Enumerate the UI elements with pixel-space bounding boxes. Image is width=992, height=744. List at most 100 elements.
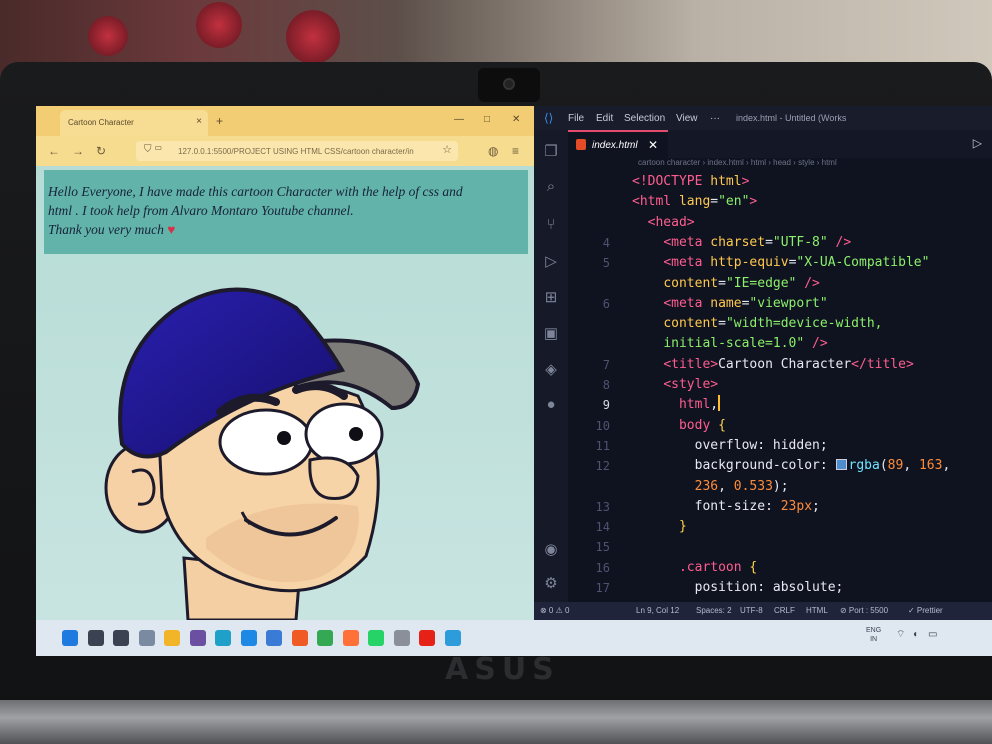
code-line[interactable]: 6 <meta name="viewport" (568, 294, 992, 314)
notepad-icon[interactable] (138, 630, 155, 646)
line-number: 6 (602, 296, 610, 311)
code-text: <meta name="viewport" (663, 295, 828, 311)
file-explorer-icon[interactable] (164, 630, 180, 646)
youtube-icon[interactable] (419, 630, 435, 646)
code-line[interactable]: 5 <meta http-equiv="X-UA-Compatible" (568, 253, 992, 273)
github-icon[interactable]: ● (542, 396, 560, 413)
status-problems[interactable]: ⊗ 0 ⚠ 0 (540, 606, 569, 615)
tray-language-top: ENG (866, 627, 882, 634)
url-text: 127.0.0.1:5500/PROJECT USING HTML CSS/ca… (178, 147, 414, 156)
tab-label: index.html (592, 140, 638, 151)
search-icon[interactable]: ⌕ (542, 178, 560, 195)
code-line[interactable]: 14 } (568, 517, 992, 537)
new-tab-button[interactable]: + (216, 114, 223, 128)
status-eol[interactable]: CRLF (774, 606, 795, 615)
code-line[interactable]: 16 .cartoon { (568, 558, 992, 578)
brave-icon[interactable] (291, 630, 308, 646)
windows-taskbar: ENG IN ⌔ ◖ ▭ (36, 620, 992, 656)
code-line[interactable]: 17 position: absolute; (568, 578, 992, 598)
code-line[interactable]: 236, 0.533); (568, 477, 992, 497)
url-bar[interactable]: ⛉ ▭ 127.0.0.1:5500/PROJECT USING HTML CS… (136, 141, 458, 161)
code-line[interactable]: content="width=device-width, (568, 314, 992, 334)
code-line[interactable]: <head> (568, 213, 992, 233)
vscode-window-title: index.html - Untitled (Works (736, 113, 847, 123)
maximize-button[interactable]: □ (484, 114, 490, 125)
vscode-window: ⟨⟩ File Edit Selection View ··· index.ht… (534, 106, 992, 620)
code-line[interactable]: 12 background-color: rgba(89, 163, (568, 456, 992, 476)
status-encoding[interactable]: UTF-8 (740, 606, 763, 615)
arrow-left-icon[interactable]: ← (48, 144, 60, 158)
whatsapp-icon[interactable] (368, 630, 384, 646)
code-line[interactable]: initial-scale=1.0" /> (568, 334, 992, 354)
remote-explorer-icon[interactable]: ▣ (542, 324, 560, 342)
code-line[interactable]: 7 <title>Cartoon Character</title> (568, 355, 992, 375)
line-number: 5 (602, 256, 610, 271)
source-control-icon[interactable]: ⑂ (542, 216, 560, 233)
line-number: 14 (595, 520, 610, 535)
code-line[interactable]: 15 (568, 537, 992, 557)
reload-icon[interactable]: ↻ (96, 144, 106, 158)
tab-index-html[interactable]: index.html ✕ (568, 130, 668, 158)
task-view-icon[interactable] (113, 630, 129, 646)
code-line[interactable]: 9 html, (568, 395, 992, 415)
run-debug-icon[interactable]: ▷ (542, 252, 560, 270)
tray-language[interactable]: ENG IN (866, 626, 881, 644)
code-text: <style> (663, 377, 719, 392)
code-line[interactable]: 13 font-size: 23px; (568, 497, 992, 517)
line-number: 15 (595, 540, 610, 555)
minimize-button[interactable]: — (454, 114, 464, 125)
extensions-icon[interactable]: ⊞ (542, 288, 560, 306)
mail-icon[interactable] (393, 630, 410, 646)
menu-view[interactable]: View (676, 113, 698, 124)
app-icon[interactable] (444, 630, 461, 646)
shield-icon[interactable]: ⛉ ▭ (144, 144, 162, 155)
code-line[interactable]: 11 overflow: hidden; (568, 436, 992, 456)
status-language[interactable]: HTML (806, 606, 828, 615)
code-line[interactable]: 4 <meta charset="UTF-8" /> (568, 233, 992, 253)
code-line[interactable]: 8 <style> (568, 375, 992, 395)
menu-selection[interactable]: Selection (624, 113, 665, 124)
explorer-icon[interactable]: ❐ (542, 142, 560, 160)
tab-close-icon[interactable]: × (196, 116, 202, 127)
status-indentation[interactable]: Spaces: 2 (696, 606, 732, 615)
close-icon[interactable]: ✕ (648, 138, 658, 152)
code-line[interactable]: 10 body { (568, 416, 992, 436)
breadcrumb[interactable]: cartoon character › index.html › html › … (568, 158, 992, 172)
browser-tab[interactable]: Cartoon Character × (60, 110, 208, 136)
status-prettier[interactable]: ✓ Prettier (908, 606, 943, 615)
firefox-icon[interactable] (342, 630, 359, 646)
windows-start-icon[interactable] (62, 630, 78, 646)
line-number: 17 (595, 581, 610, 595)
line-number: 10 (595, 418, 610, 433)
arrow-right-icon[interactable]: → (72, 144, 84, 158)
browser-window: Cartoon Character × + — □ ✕ ← → ↻ ⛉ ▭ 12… (36, 106, 534, 620)
code-text: content="width=device-width, (663, 316, 883, 332)
gear-icon[interactable]: ⚙ (542, 574, 560, 592)
edge-icon[interactable] (215, 630, 231, 646)
code-text: overflow: hidden; (694, 437, 828, 453)
bookmark-star-icon[interactable]: ☆ (442, 143, 452, 156)
search-icon[interactable] (87, 630, 104, 646)
code-line[interactable]: <!DOCTYPE html> (568, 172, 992, 192)
menu-more[interactable]: ··· (710, 113, 720, 124)
chrome-icon[interactable] (317, 630, 333, 646)
menu-file[interactable]: File (568, 113, 584, 124)
status-cursor-position[interactable]: Ln 9, Col 12 (636, 606, 679, 615)
code-line[interactable]: <html lang="en"> (568, 192, 992, 212)
account-icon[interactable]: ◉ (542, 540, 560, 558)
code-editor[interactable]: <!DOCTYPE html> <html lang="en"> <head> 4 … (568, 172, 992, 602)
photos-icon[interactable] (266, 630, 282, 646)
vscode-icon[interactable] (240, 630, 257, 646)
volume-icon[interactable]: ◖ (912, 630, 918, 640)
docker-icon[interactable]: ◈ (542, 360, 560, 378)
menu-icon[interactable]: ≡ (512, 144, 519, 158)
close-window-button[interactable]: ✕ (512, 114, 520, 125)
menu-edit[interactable]: Edit (596, 113, 613, 124)
pocket-icon[interactable]: ◍ (488, 144, 498, 158)
battery-icon[interactable]: ▭ (928, 630, 937, 640)
wifi-icon[interactable]: ⌔ (896, 630, 905, 640)
run-icon[interactable]: ▷ (973, 136, 982, 150)
code-line[interactable]: content="IE=edge" /> (568, 274, 992, 294)
status-live-server-port[interactable]: ⊘ Port : 5500 (840, 606, 888, 615)
github-desktop-icon[interactable] (189, 630, 206, 646)
